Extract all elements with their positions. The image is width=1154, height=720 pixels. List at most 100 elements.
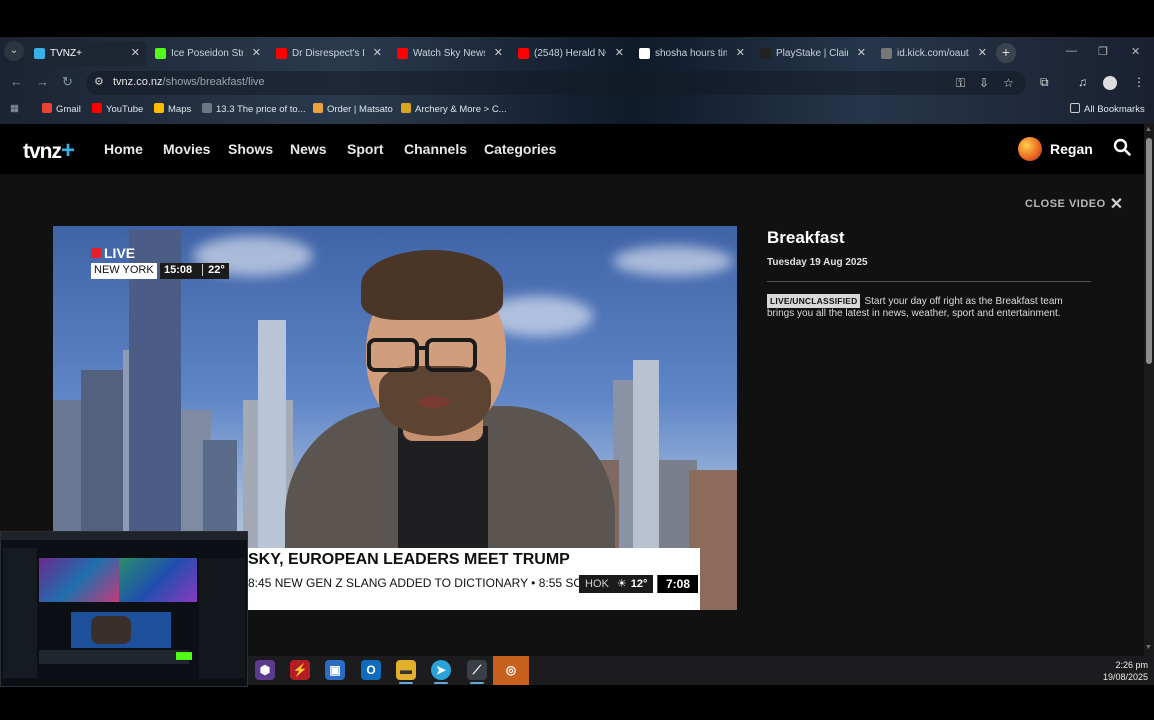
back-icon[interactable]: ← [10, 74, 23, 89]
overlay-game-tile [39, 558, 119, 602]
tab-close-icon[interactable]: ✕ [978, 41, 987, 66]
folder-icon [1070, 103, 1080, 113]
browser-tab[interactable]: Dr Disrespect's B ✕ [270, 41, 388, 66]
user-name[interactable]: Regan [1050, 141, 1093, 157]
nav-categories[interactable]: Categories [484, 141, 556, 157]
clock-box: 7:08 [657, 575, 699, 593]
bookmark-item[interactable]: Maps [154, 103, 191, 115]
bookmark-favicon-icon [401, 103, 411, 113]
browser-tab[interactable]: TVNZ+ ✕ [28, 41, 146, 66]
tab-title: Dr Disrespect's B [292, 48, 364, 59]
glasses [417, 346, 427, 350]
tab-favicon-icon [276, 48, 287, 59]
tvnz-logo[interactable]: tvnz+ [23, 137, 75, 165]
overlay-sidebar [3, 548, 37, 678]
tab-close-icon[interactable]: ✕ [373, 41, 382, 66]
install-app-icon[interactable]: ⇩ [979, 76, 989, 90]
user-avatar[interactable] [1018, 137, 1042, 161]
browser-tab[interactable]: PlayStake | Claim ✕ [754, 41, 872, 66]
store-icon[interactable]: ▣ [325, 660, 345, 680]
bookmark-favicon-icon [92, 103, 102, 113]
key-icon[interactable]: ⚿ [956, 76, 965, 91]
tab-favicon-icon [518, 48, 529, 59]
profile-avatar[interactable] [1103, 76, 1117, 90]
site-info-icon[interactable]: ⚙ [94, 75, 104, 88]
browser-tab[interactable]: Ice Poseidon Stre ✕ [149, 41, 267, 66]
glasses [367, 338, 419, 372]
nav-sport[interactable]: Sport [347, 141, 384, 157]
tab-close-icon[interactable]: ✕ [494, 41, 503, 66]
tab-title: TVNZ+ [50, 48, 82, 59]
running-indicator [434, 682, 448, 684]
close-video-button[interactable]: CLOSE VIDEO ✕ [1025, 194, 1124, 214]
scroll-thumb[interactable] [1146, 138, 1152, 364]
address-bar[interactable]: ⚙ tvnz.co.nz/shows/breakfast/live ⚿ ⇩ ☆ [86, 71, 1026, 95]
nav-news[interactable]: News [290, 141, 327, 157]
overlay-follow-button [176, 652, 192, 660]
app-icon[interactable]: ⬢ [255, 660, 275, 680]
scroll-up-icon[interactable]: ▲ [1145, 126, 1152, 133]
browser-tab[interactable]: Watch Sky News ✕ [391, 41, 509, 66]
lightning-app-icon[interactable]: ⚡ [290, 660, 310, 680]
bookmark-item[interactable]: YouTube [92, 103, 143, 115]
browser-tab[interactable]: shosha hours tim ✕ [633, 41, 751, 66]
bookmark-favicon-icon [313, 103, 323, 113]
tab-close-icon[interactable]: ✕ [736, 41, 745, 66]
minimize-icon[interactable]: — [1066, 45, 1077, 57]
tab-close-icon[interactable]: ✕ [131, 41, 140, 66]
new-tab-button[interactable]: + [996, 43, 1016, 63]
tab-close-icon[interactable]: ✕ [252, 41, 261, 66]
reload-icon[interactable]: ↻ [62, 74, 73, 90]
restore-icon[interactable]: ❐ [1098, 45, 1108, 58]
nav-shows[interactable]: Shows [228, 141, 273, 157]
extensions-icon[interactable]: ⧉ [1040, 75, 1049, 90]
all-bookmarks[interactable]: All Bookmarks [1070, 103, 1145, 115]
tab-title: Watch Sky News [413, 48, 485, 59]
divider [767, 281, 1091, 282]
tab-favicon-icon [155, 48, 166, 59]
ticker-headline: SKY, EUROPEAN LEADERS MEET TRUMP [246, 548, 700, 572]
tab-favicon-icon [397, 48, 408, 59]
bookmark-star-icon[interactable]: ☆ [1003, 76, 1014, 90]
tab-search-button[interactable]: ⌄ [4, 41, 24, 61]
tab-close-icon[interactable]: ✕ [615, 41, 624, 66]
tab-close-icon[interactable]: ✕ [857, 41, 866, 66]
system-clock[interactable]: 2:26 pm 19/08/2025 [1100, 659, 1148, 683]
show-description: LIVE/UNCLASSIFIED Start your day off righ… [767, 294, 1063, 319]
bookmarks-bar: ▦ Gmail YouTube Maps 13.3 The price of to..… [0, 100, 1154, 122]
forward-icon[interactable]: → [36, 74, 49, 89]
telegram-icon[interactable]: ➤ [431, 660, 451, 680]
close-icon: ✕ [1109, 196, 1124, 213]
browser-tab[interactable]: id.kick.com/oauth ✕ [875, 41, 993, 66]
glasses [425, 338, 477, 372]
bookmark-item[interactable]: 13.3 The price of to... [202, 103, 306, 115]
file-explorer-icon[interactable]: ▬ [396, 660, 416, 680]
tab-title: Ice Poseidon Stre [171, 48, 243, 59]
steam-icon[interactable]: ◎ [493, 656, 529, 685]
tool-icon[interactable]: ⟋ [467, 660, 487, 680]
tab-title: PlayStake | Claim [776, 48, 848, 59]
outlook-icon[interactable]: O [361, 660, 381, 680]
close-window-icon[interactable]: ✕ [1131, 45, 1140, 58]
presenter-hair [361, 250, 503, 320]
menu-icon[interactable]: ⋮ [1133, 75, 1145, 89]
tab-favicon-icon [760, 48, 771, 59]
tab-title: shosha hours tim [655, 48, 727, 59]
search-icon[interactable] [1113, 138, 1131, 156]
apps-icon[interactable]: ▦ [10, 103, 19, 114]
bookmark-item[interactable]: Archery & More > C... [401, 103, 507, 115]
overlay-header [1, 532, 247, 540]
nav-channels[interactable]: Channels [404, 141, 467, 157]
media-icon[interactable]: ♫ [1078, 75, 1087, 89]
nav-home[interactable]: Home [104, 141, 143, 157]
stream-overlay-thumbnail [0, 531, 248, 687]
browser-tab[interactable]: (2548) Herald NO ✕ [512, 41, 630, 66]
scroll-down-icon[interactable]: ▼ [1145, 644, 1152, 651]
overlay-streamer [91, 616, 131, 644]
bookmark-item[interactable]: Order | Matsato [313, 103, 393, 115]
nav-movies[interactable]: Movies [163, 141, 210, 157]
running-indicator [399, 682, 413, 684]
page-scrollbar[interactable]: ▲ ▼ [1144, 124, 1154, 656]
browser-chrome: ⌄ TVNZ+ ✕ Ice Poseidon Stre ✕ Dr Disrespect'… [0, 37, 1154, 124]
bookmark-item[interactable]: Gmail [42, 103, 81, 115]
